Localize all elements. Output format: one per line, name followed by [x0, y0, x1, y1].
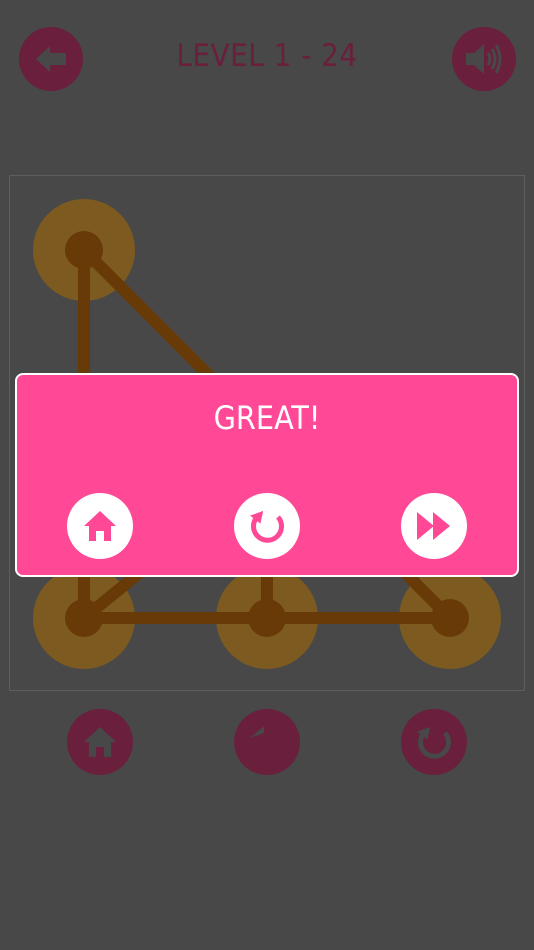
- dialog-replay-button[interactable]: [234, 493, 300, 559]
- dialog-next-level-button[interactable]: [401, 493, 467, 559]
- dialog-home-button[interactable]: [67, 493, 133, 559]
- undo-icon: [250, 726, 264, 738]
- dialog-message: GREAT!: [213, 399, 321, 437]
- restart-icon: [417, 726, 451, 759]
- level-complete-dialog: GREAT!: [15, 373, 519, 577]
- restart-icon: [250, 510, 284, 543]
- toolbar-undo-button[interactable]: [234, 709, 300, 775]
- fast-forward-icon: [417, 512, 450, 540]
- node-bottom-center: [248, 599, 286, 637]
- toolbar-restart-button[interactable]: [401, 709, 467, 775]
- toolbar-home-button[interactable]: [67, 709, 133, 775]
- node-top-left: [65, 231, 103, 269]
- home-icon: [84, 511, 116, 541]
- node-bottom-right: [431, 599, 469, 637]
- node-bottom-left: [65, 599, 103, 637]
- speaker-volume-icon: [466, 44, 502, 74]
- home-icon: [84, 727, 116, 757]
- sound-button[interactable]: [452, 27, 516, 91]
